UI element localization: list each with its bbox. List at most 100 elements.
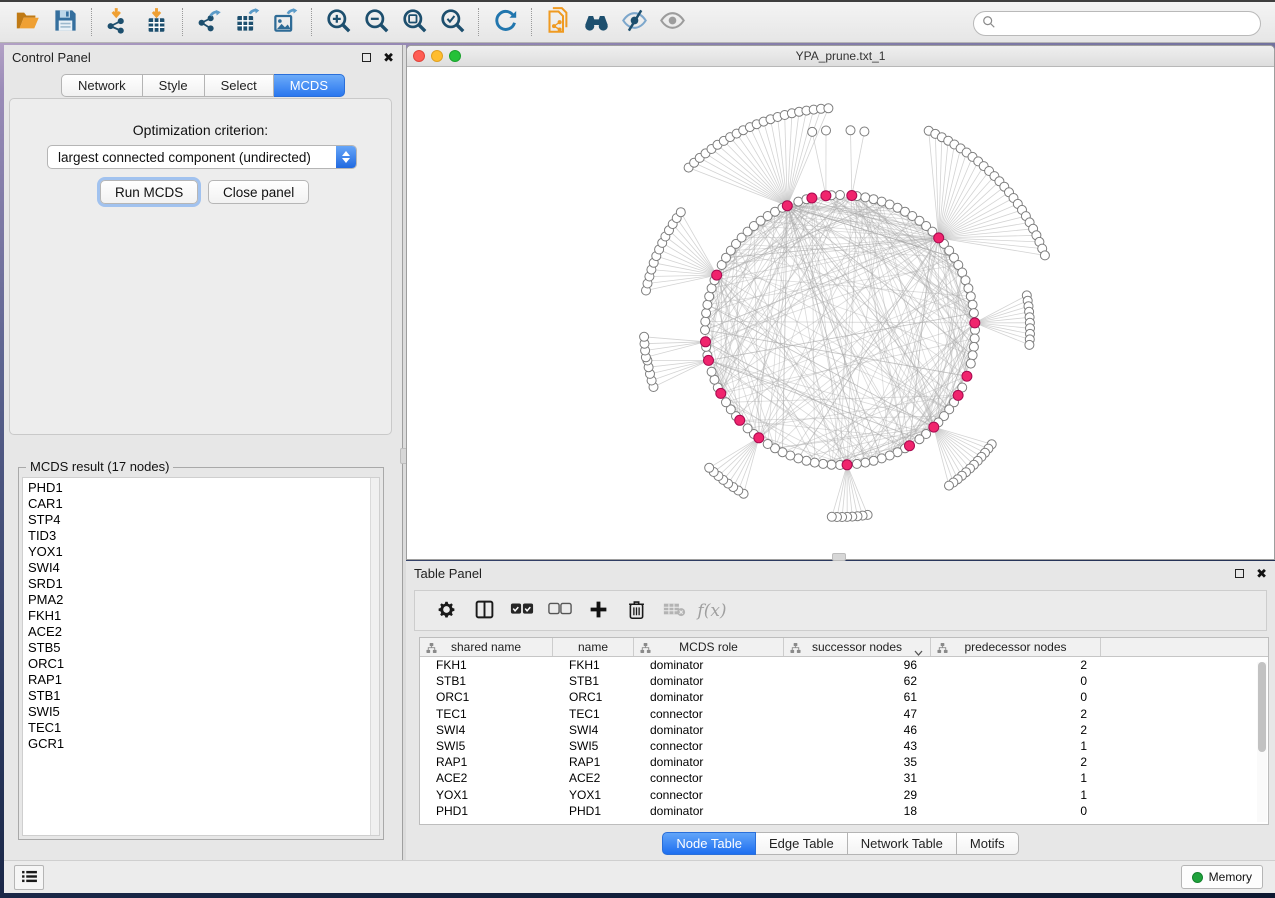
- network-mcds-node[interactable]: [842, 460, 852, 470]
- network-leaf-node[interactable]: [1025, 340, 1034, 349]
- network-leaf-node[interactable]: [640, 332, 649, 341]
- network-leaf-node[interactable]: [824, 104, 833, 113]
- mcds-result-item[interactable]: ACE2: [28, 624, 379, 640]
- tab-mcds[interactable]: MCDS: [274, 74, 345, 97]
- toolbar-search[interactable]: [973, 11, 1261, 36]
- network-window-titlebar[interactable]: YPA_prune.txt_1: [407, 46, 1274, 67]
- network-node[interactable]: [915, 435, 924, 444]
- splitter-grip-horizontal[interactable]: [832, 553, 846, 561]
- mcds-result-item[interactable]: GCR1: [28, 736, 379, 752]
- hide-selected-button[interactable]: [615, 5, 653, 39]
- save-session-button[interactable]: [46, 5, 84, 39]
- hide-all-columns-button[interactable]: [541, 594, 579, 628]
- network-node[interactable]: [707, 367, 716, 376]
- table-scrollbar-track[interactable]: [1257, 662, 1267, 822]
- network-mcds-node[interactable]: [821, 191, 831, 201]
- network-node[interactable]: [703, 300, 712, 309]
- network-mcds-node[interactable]: [929, 422, 939, 432]
- network-node[interactable]: [701, 326, 710, 335]
- network-mcds-node[interactable]: [962, 371, 972, 381]
- network-node[interactable]: [701, 317, 710, 326]
- zoom-selected-button[interactable]: [433, 5, 471, 39]
- show-all-button[interactable]: [653, 5, 691, 39]
- network-leaf-node[interactable]: [860, 127, 869, 136]
- network-mcds-node[interactable]: [712, 270, 722, 280]
- network-node[interactable]: [722, 398, 731, 407]
- float-window-icon[interactable]: [1235, 569, 1244, 578]
- tab-network[interactable]: Network: [61, 74, 143, 97]
- table-row[interactable]: PHD1PHD1dominator180: [420, 803, 1268, 819]
- table-settings-button[interactable]: [427, 594, 465, 628]
- network-node[interactable]: [836, 191, 845, 200]
- table-row[interactable]: SWI4SWI4dominator462: [420, 722, 1268, 738]
- mcds-result-item[interactable]: TID3: [28, 528, 379, 544]
- network-node[interactable]: [702, 309, 711, 318]
- first-neighbors-button[interactable]: [577, 5, 615, 39]
- network-node[interactable]: [827, 460, 836, 469]
- mcds-result-item[interactable]: FKH1: [28, 608, 379, 624]
- mcds-result-item[interactable]: STB5: [28, 640, 379, 656]
- table-row[interactable]: SWI5SWI5connector431: [420, 738, 1268, 754]
- network-node[interactable]: [861, 458, 870, 467]
- mcds-result-item[interactable]: TEC1: [28, 720, 379, 736]
- network-node[interactable]: [970, 334, 979, 343]
- network-leaf-node[interactable]: [945, 481, 954, 490]
- network-node[interactable]: [810, 458, 819, 467]
- mcds-result-item[interactable]: CAR1: [28, 496, 379, 512]
- network-mcds-node[interactable]: [807, 193, 817, 203]
- search-input[interactable]: [996, 17, 1260, 31]
- network-leaf-node[interactable]: [822, 126, 831, 135]
- mcds-list-scrollbar[interactable]: [370, 478, 379, 835]
- network-leaf-node[interactable]: [676, 208, 685, 217]
- open-session-button[interactable]: [8, 5, 46, 39]
- network-mcds-node[interactable]: [701, 337, 711, 347]
- network-mcds-node[interactable]: [704, 355, 714, 365]
- column-header-predecessor-nodes[interactable]: predecessor nodes: [931, 638, 1101, 656]
- network-node[interactable]: [969, 342, 978, 351]
- network-node[interactable]: [964, 284, 973, 293]
- network-node[interactable]: [819, 459, 828, 468]
- mcds-result-item[interactable]: SWI5: [28, 704, 379, 720]
- network-node[interactable]: [861, 193, 870, 202]
- mcds-result-item[interactable]: STB1: [28, 688, 379, 704]
- zoom-in-button[interactable]: [319, 5, 357, 39]
- network-leaf-node[interactable]: [827, 512, 836, 521]
- task-history-button[interactable]: [14, 865, 44, 890]
- network-leaf-node[interactable]: [1040, 251, 1049, 260]
- import-network-button[interactable]: [99, 5, 137, 39]
- tab-network-table[interactable]: Network Table: [848, 832, 957, 855]
- network-node[interactable]: [969, 309, 978, 318]
- run-mcds-button[interactable]: Run MCDS: [100, 180, 198, 204]
- table-row[interactable]: ACE2ACE2connector311: [420, 770, 1268, 786]
- mcds-result-item[interactable]: ORC1: [28, 656, 379, 672]
- close-panel-button[interactable]: Close panel: [208, 180, 309, 204]
- table-row[interactable]: ORC1ORC1dominator610: [420, 689, 1268, 705]
- tab-motifs[interactable]: Motifs: [957, 832, 1019, 855]
- network-view[interactable]: [407, 67, 1274, 559]
- column-header-name[interactable]: name: [553, 638, 634, 656]
- mcds-result-item[interactable]: PHD1: [28, 480, 379, 496]
- network-mcds-node[interactable]: [970, 318, 980, 328]
- network-node[interactable]: [852, 459, 861, 468]
- column-header-successor-nodes[interactable]: successor nodes: [784, 638, 931, 656]
- import-table-button[interactable]: [137, 5, 175, 39]
- create-column-button[interactable]: [579, 594, 617, 628]
- toggle-panes-button[interactable]: [465, 594, 503, 628]
- delete-column-button[interactable]: [617, 594, 655, 628]
- show-all-columns-button[interactable]: [503, 594, 541, 628]
- network-mcds-node[interactable]: [735, 415, 745, 425]
- table-row[interactable]: RAP1RAP1dominator352: [420, 754, 1268, 770]
- network-node[interactable]: [763, 440, 772, 449]
- mcds-result-item[interactable]: RAP1: [28, 672, 379, 688]
- zoom-fit-button[interactable]: [395, 5, 433, 39]
- network-node[interactable]: [794, 197, 803, 206]
- network-node[interactable]: [966, 292, 975, 301]
- mcds-result-item[interactable]: SWI4: [28, 560, 379, 576]
- network-mcds-node[interactable]: [934, 233, 944, 243]
- mcds-result-item[interactable]: YOX1: [28, 544, 379, 560]
- network-node[interactable]: [877, 454, 886, 463]
- float-window-icon[interactable]: [362, 53, 371, 62]
- network-from-selection-button[interactable]: [539, 5, 577, 39]
- network-leaf-node[interactable]: [846, 126, 855, 135]
- mcds-result-item[interactable]: STP4: [28, 512, 379, 528]
